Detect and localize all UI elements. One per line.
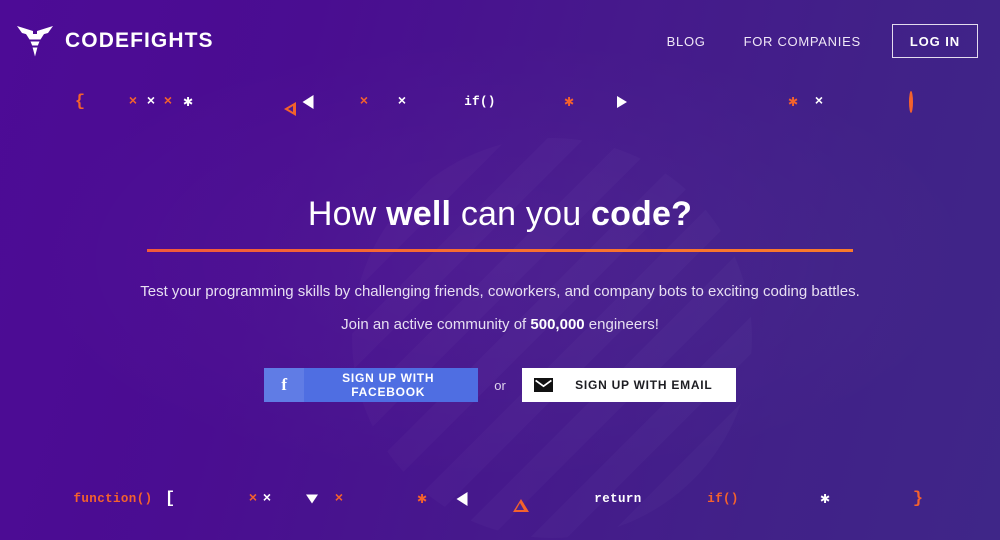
code-symbol: × [128, 94, 138, 110]
code-symbol: × [262, 491, 272, 507]
code-symbol: × [248, 491, 258, 507]
ring-icon [909, 91, 913, 113]
tri-down-solid-icon [306, 494, 318, 504]
code-symbol: × [814, 94, 824, 110]
nav-link-blog[interactable]: BLOG [648, 34, 725, 49]
code-symbol: × [146, 94, 156, 110]
signup-cta-group: f SIGN UP WITH FACEBOOK or SIGN UP WITH … [0, 368, 1000, 402]
code-symbol: [ [164, 489, 176, 509]
code-symbol: return [594, 491, 642, 506]
signup-with-email-button[interactable]: SIGN UP WITH EMAIL [521, 368, 736, 402]
email-button-label: SIGN UP WITH EMAIL [575, 378, 713, 392]
code-symbol: ✱ [788, 93, 798, 111]
code-symbol: ✱ [183, 93, 193, 111]
codefights-wing-logo-icon [16, 24, 54, 58]
page-title: How well can you code? [0, 195, 1000, 234]
tri-left-solid-shape [456, 492, 468, 506]
code-symbol: ✱ [820, 490, 830, 508]
code-symbol: ✱ [417, 490, 427, 508]
tri-left-solid-icon [302, 95, 314, 109]
login-button[interactable]: LOG IN [891, 24, 978, 58]
community-suffix: engineers! [584, 316, 659, 333]
hero-subtitle: Test your programming skills by challeng… [140, 283, 860, 300]
code-symbol: × [359, 94, 369, 110]
community-prefix: Join an active community of [341, 316, 531, 333]
main-navigation: BLOG FOR COMPANIES LOG IN [648, 24, 978, 58]
tri-right-solid-icon [617, 96, 627, 108]
nav-link-for-companies[interactable]: FOR COMPANIES [725, 34, 880, 49]
site-header: CODEFIGHTS BLOG FOR COMPANIES LOG IN [0, 0, 1000, 82]
cta-separator-or: or [494, 377, 506, 393]
code-symbol: if() [464, 94, 496, 109]
decorative-symbol-row-top: { × × × ✱ × × if() ✱ ✱ × [0, 87, 1000, 117]
brand-name: CODEFIGHTS [65, 29, 214, 52]
code-symbol: if() [707, 491, 739, 506]
tri-left-solid-icon [456, 492, 468, 506]
orange-divider-rule [147, 249, 853, 252]
signup-with-facebook-button[interactable]: f SIGN UP WITH FACEBOOK [264, 368, 479, 402]
code-symbol: { [74, 92, 86, 112]
tri-left-solid-shape [302, 95, 314, 109]
envelope-icon [522, 368, 566, 402]
headline-text-2: can you [451, 195, 591, 233]
code-symbol: × [334, 491, 344, 507]
headline-text-1: How [307, 195, 387, 233]
facebook-button-label: SIGN UP WITH FACEBOOK [342, 371, 435, 399]
headline-bold-well: well [386, 195, 452, 233]
brand-logo-link[interactable]: CODEFIGHTS [16, 24, 214, 58]
hero-community-line: Join an active community of 500,000 engi… [0, 316, 1000, 333]
ring-shape [909, 91, 913, 113]
code-symbol: × [397, 94, 407, 110]
code-symbol: × [163, 94, 173, 110]
community-count: 500,000 [530, 316, 585, 333]
facebook-f-icon: f [264, 368, 305, 402]
tri-right-solid-shape [617, 96, 627, 108]
headline-bold-code: code? [590, 195, 693, 233]
code-symbol: ✱ [564, 93, 574, 111]
code-symbol: function() [73, 491, 153, 506]
code-symbol: } [912, 489, 924, 509]
tri-down-solid-shape [306, 494, 318, 504]
decorative-symbol-row-bottom: function()[× × × ✱ return if() ✱} [0, 484, 1000, 514]
